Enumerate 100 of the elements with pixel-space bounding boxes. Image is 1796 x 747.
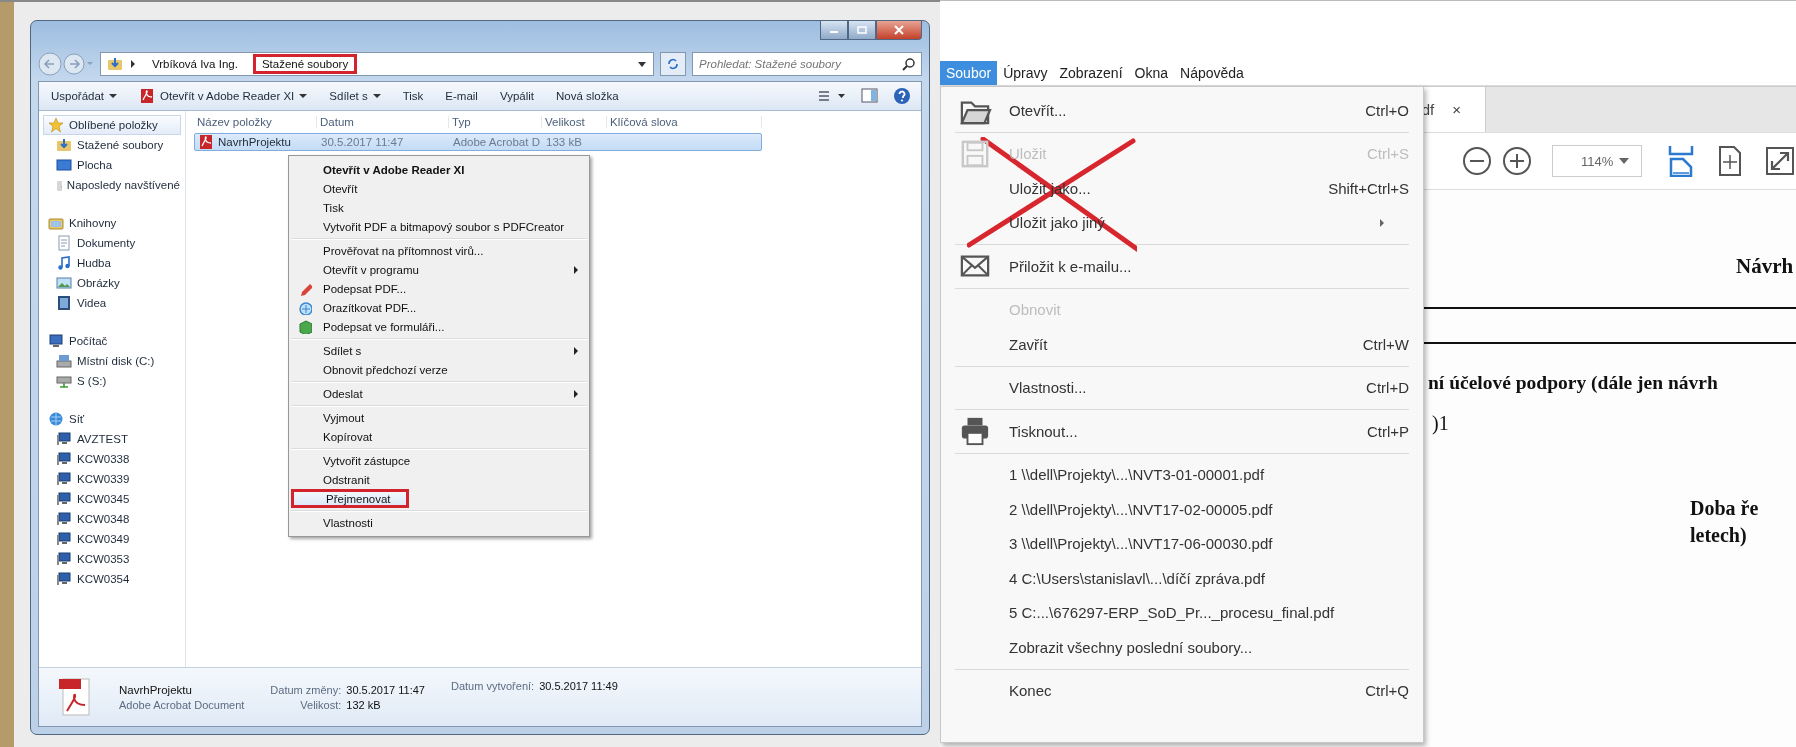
menu-item[interactable]: Konec Ctrl+Q: [941, 673, 1409, 708]
menu-item[interactable]: 1 \\dell\Projekty\...\NVT3-01-00001.pdf: [941, 457, 1409, 492]
toolbar-button[interactable]: Sdílet s: [323, 87, 393, 105]
help-icon[interactable]: [893, 87, 911, 105]
stamp-icon: [298, 300, 312, 315]
context-menu-item[interactable]: Orazítkovat PDF...: [291, 298, 587, 317]
fit-width-icon[interactable]: [1668, 145, 1694, 177]
nav-item[interactable]: KCW0348: [43, 509, 181, 529]
context-menu-item[interactable]: Odeslat: [291, 384, 587, 403]
dropdown-icon[interactable]: [637, 60, 647, 68]
dropdown-icon: [109, 93, 118, 99]
menu-item[interactable]: Vlastnosti... Ctrl+D: [941, 370, 1409, 405]
refresh-icon: [666, 57, 680, 71]
context-menu-item[interactable]: Vytvořit zástupce: [291, 451, 587, 470]
context-menu-item[interactable]: Otevřít v programu: [291, 260, 587, 279]
nav-item[interactable]: KCW0354: [43, 569, 181, 589]
pdf-document-icon: [59, 677, 93, 717]
zoom-dropdown[interactable]: 114%: [1552, 145, 1642, 177]
menu-item[interactable]: 5 C:...\676297-ERP_SoD_Pr..._procesu_final.pdf: [941, 595, 1409, 630]
toolbar-button[interactable]: Tisk: [396, 87, 436, 105]
file-name: NavrhProjektu: [218, 136, 291, 148]
column-header[interactable]: Název položky: [194, 116, 317, 128]
toolbar-button[interactable]: Uspořádat: [45, 87, 130, 105]
menu-item[interactable]: Přiložit k e-mailu...: [941, 249, 1409, 284]
context-menu-item[interactable]: Obnovit předchozí verze: [291, 360, 587, 379]
context-menu-item[interactable]: Otevřít v Adobe Reader XI: [291, 160, 587, 179]
submenu-arrow-icon: [1379, 217, 1385, 228]
nav-item[interactable]: KCW0345: [43, 489, 181, 509]
menu-item[interactable]: 3 \\dell\Projekty\...\NVT17-06-00030.pdf: [941, 526, 1409, 561]
menu-item[interactable]: Zobrazit všechny poslední soubory...: [941, 630, 1409, 665]
context-menu-item[interactable]: Vytvořit PDF a bitmapový soubor s PDFCreator: [291, 217, 587, 236]
nav-item[interactable]: Místní disk (C:): [43, 351, 181, 371]
breadcrumb-item[interactable]: Vrbíková Iva Ing.: [143, 54, 247, 74]
nav-item[interactable]: Plocha: [43, 155, 181, 175]
context-menu-item[interactable]: Kopírovat: [291, 427, 587, 446]
column-header[interactable]: Velikost: [542, 116, 607, 128]
nav-item[interactable]: Videa: [43, 293, 181, 313]
menu-bar-item[interactable]: Úpravy: [997, 61, 1054, 85]
context-menu-item[interactable]: Vyjmout: [291, 408, 587, 427]
network-icon: [48, 411, 64, 427]
context-menu-item[interactable]: Prověřovat na přítomnost virů...: [291, 241, 587, 260]
toolbar-button[interactable]: Vypálit: [493, 87, 546, 105]
context-menu-item[interactable]: Přejmenovat: [291, 489, 409, 508]
nav-item[interactable]: Stažené soubory: [43, 135, 181, 155]
nav-item[interactable]: Naposledy navštívené: [43, 175, 181, 195]
close-button[interactable]: [876, 21, 922, 40]
nav-item[interactable]: S (S:): [43, 371, 181, 391]
nav-item[interactable]: Obrázky: [43, 273, 181, 293]
column-header[interactable]: Klíčová slova: [607, 116, 762, 128]
column-header[interactable]: Datum: [317, 116, 449, 128]
breadcrumb-item[interactable]: Stažené soubory: [252, 54, 358, 74]
nav-item[interactable]: KCW0353: [43, 549, 181, 569]
nav-item[interactable]: KCW0349: [43, 529, 181, 549]
context-menu-item[interactable]: Vlastnosti: [291, 513, 587, 532]
menu-item[interactable]: Tisknout... Ctrl+P: [941, 414, 1409, 449]
nav-item[interactable]: Síť: [43, 409, 181, 429]
refresh-button[interactable]: [660, 52, 686, 76]
toolbar-button[interactable]: E-mail: [439, 87, 490, 105]
context-menu-item[interactable]: Sdílet s: [291, 341, 587, 360]
maximize-icon: [857, 26, 867, 34]
nav-item[interactable]: Knihovny: [43, 213, 181, 233]
context-menu-item[interactable]: Podepsat PDF...: [291, 279, 587, 298]
nav-item[interactable]: KCW0339: [43, 469, 181, 489]
zoom-in-icon[interactable]: [1502, 146, 1532, 176]
search-field[interactable]: Prohledat: Stažené soubory: [692, 52, 922, 76]
maximize-button[interactable]: [848, 21, 876, 40]
menu-item[interactable]: Zavřít Ctrl+W: [941, 327, 1409, 362]
toolbar-button[interactable]: Otevřít v Adobe Reader XI: [133, 85, 320, 107]
fullscreen-icon[interactable]: [1766, 147, 1794, 175]
chevron-icon: [129, 59, 137, 69]
nav-item[interactable]: Dokumenty: [43, 233, 181, 253]
menu-bar-item[interactable]: Okna: [1128, 61, 1175, 85]
context-menu-item[interactable]: Odstranit: [291, 470, 587, 489]
nav-item[interactable]: Hudba: [43, 253, 181, 273]
column-header[interactable]: Typ: [449, 116, 542, 128]
menu-item[interactable]: 4 C:\Users\stanislavl\...\díčí zpráva.pdf: [941, 561, 1409, 596]
view-options-icon[interactable]: [817, 88, 847, 104]
submenu-arrow-icon: [573, 389, 579, 398]
nav-item[interactable]: Počítač: [43, 331, 181, 351]
nav-item[interactable]: KCW0338: [43, 449, 181, 469]
address-bar[interactable]: Vrbíková Iva Ing. Stažené soubory: [100, 52, 654, 76]
context-menu-item[interactable]: Podepsat ve formuláři...: [291, 317, 587, 336]
close-tab-button[interactable]: ×: [1452, 101, 1461, 118]
file-row[interactable]: NavrhProjektu 30.5.2017 11:47 Adobe Acrobat D 133 kB: [194, 133, 762, 151]
folder-icon: [107, 56, 123, 72]
context-menu-item[interactable]: Otevřít: [291, 179, 587, 198]
nav-item[interactable]: AVZTEST: [43, 429, 181, 449]
zoom-out-icon[interactable]: [1462, 146, 1492, 176]
menu-item[interactable]: Otevřít... Ctrl+O: [941, 93, 1409, 128]
menu-bar-item[interactable]: Nápověda: [1174, 61, 1250, 85]
downloads-icon: [56, 137, 72, 153]
search-icon[interactable]: [902, 57, 916, 71]
toolbar-button[interactable]: Nová složka: [550, 87, 631, 105]
minimize-button[interactable]: [820, 21, 848, 40]
context-menu-item[interactable]: Tisk: [291, 198, 587, 217]
menu-item[interactable]: 2 \\dell\Projekty\...\NVT17-02-00005.pdf: [941, 492, 1409, 527]
nav-item[interactable]: Oblíbené položky: [43, 115, 181, 135]
page-fit-icon[interactable]: [1718, 146, 1742, 176]
menu-bar-item[interactable]: Zobrazení: [1053, 61, 1129, 85]
preview-pane-icon[interactable]: [861, 88, 879, 104]
